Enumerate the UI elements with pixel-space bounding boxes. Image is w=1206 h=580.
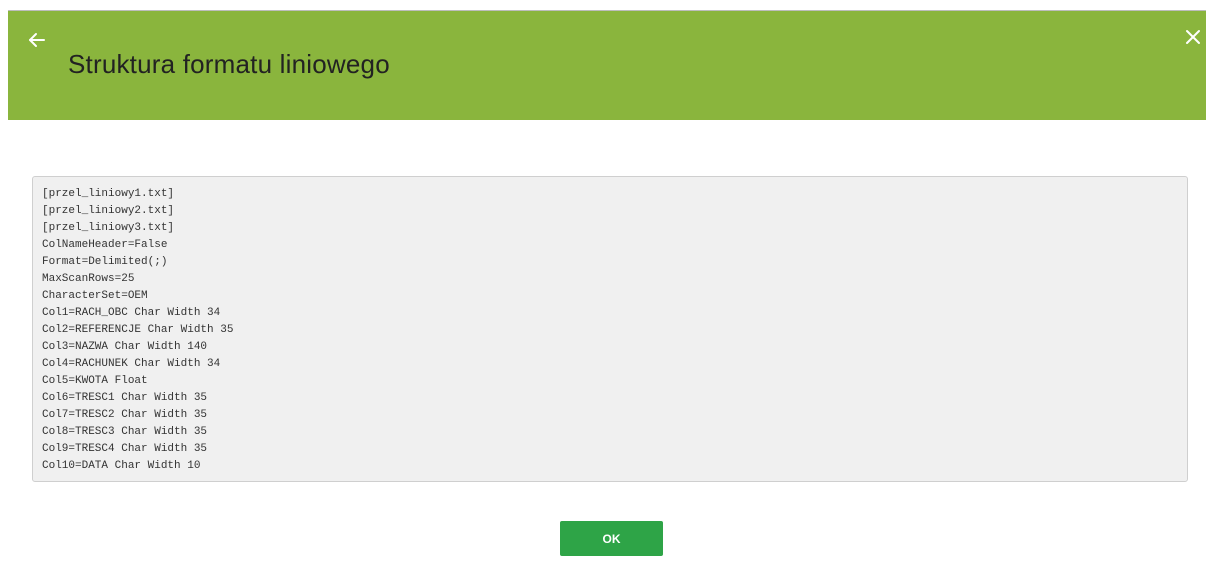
format-line: [przel_liniowy3.txt] xyxy=(42,222,175,234)
format-line: Col9=TRESC4 Char Width 35 xyxy=(42,443,208,455)
format-structure-dialog: Struktura formatu liniowego [przel_linio… xyxy=(0,0,1206,580)
format-line: Format=Delimited(;) xyxy=(42,256,168,268)
format-line: CharacterSet=OEM xyxy=(42,290,148,302)
format-line: Col10=DATA Char Width 10 xyxy=(42,460,201,472)
format-line: Col8=TRESC3 Char Width 35 xyxy=(42,426,208,438)
format-line: [przel_liniowy1.txt] xyxy=(42,188,175,200)
format-content-box: [przel_liniowy1.txt] [przel_liniowy2.txt… xyxy=(32,176,1188,482)
format-line: Col2=REFERENCJE Char Width 35 xyxy=(42,324,234,336)
ok-button[interactable]: OK xyxy=(560,521,663,556)
arrow-left-icon xyxy=(29,33,45,47)
format-line: ColNameHeader=False xyxy=(42,239,168,251)
format-line: Col6=TRESC1 Char Width 35 xyxy=(42,392,208,404)
format-line: Col7=TRESC2 Char Width 35 xyxy=(42,409,208,421)
dialog-header: Struktura formatu liniowego xyxy=(8,11,1206,120)
format-line: MaxScanRows=25 xyxy=(42,273,135,285)
format-line: Col4=RACHUNEK Char Width 34 xyxy=(42,358,221,370)
format-line: Col3=NAZWA Char Width 140 xyxy=(42,341,208,353)
format-line: Col5=KWOTA Float xyxy=(42,375,148,387)
back-button[interactable] xyxy=(26,29,48,51)
close-icon xyxy=(1186,30,1200,44)
format-line: Col1=RACH_OBC Char Width 34 xyxy=(42,307,221,319)
dialog-title: Struktura formatu liniowego xyxy=(68,49,390,79)
close-button[interactable] xyxy=(1182,26,1204,48)
format-line: [przel_liniowy2.txt] xyxy=(42,205,175,217)
